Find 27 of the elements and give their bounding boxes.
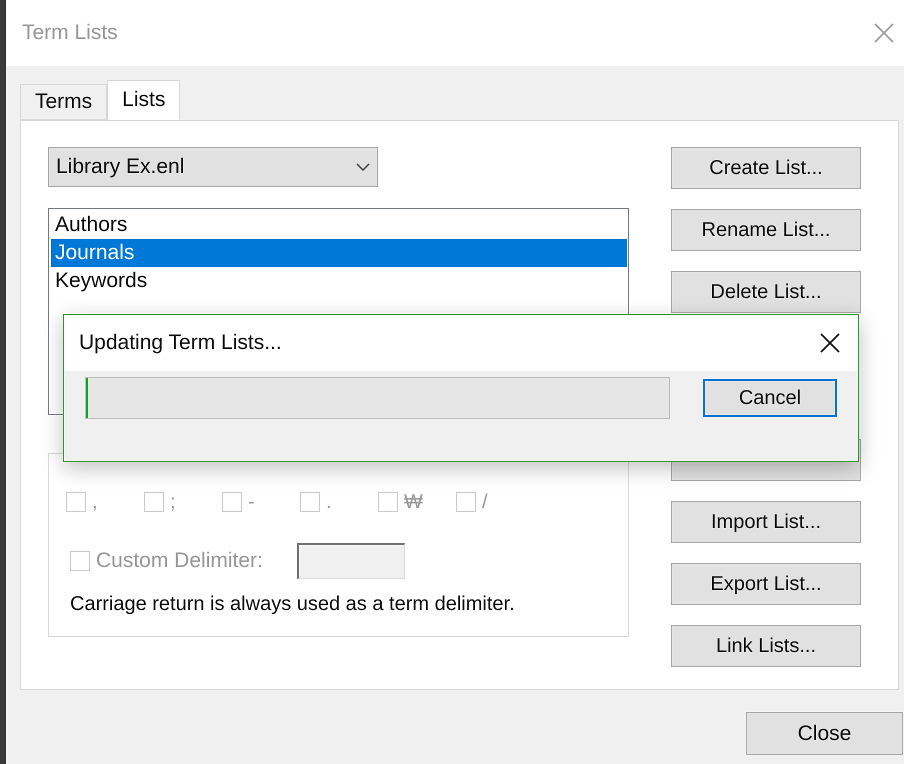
cancel-button[interactable]: Cancel (703, 379, 837, 417)
custom-delimiter-field[interactable] (296, 543, 405, 579)
delimiter-label: - (248, 490, 255, 515)
list-action-button[interactable]: Create List... (671, 147, 861, 189)
list-action-button[interactable]: Import List... (671, 501, 861, 543)
delimiter-label: , (92, 490, 98, 515)
list-action-button[interactable]: Delete List... (671, 271, 861, 313)
tab[interactable]: Lists (107, 80, 180, 120)
progress-title: Updating Term Lists... (79, 330, 282, 356)
list-action-button[interactable]: Rename List... (671, 209, 861, 251)
list-item[interactable]: Keywords (51, 267, 627, 295)
delimiter-note: Carriage return is always used as a term delimiter. (69, 592, 516, 617)
close-icon[interactable] (820, 333, 840, 353)
delimiter-label: / (482, 490, 488, 515)
close-button[interactable]: Close (746, 712, 903, 755)
delimiter-label: ; (170, 490, 176, 515)
library-dropdown[interactable]: Library Ex.enl (48, 147, 378, 187)
list-item[interactable]: Journals (51, 239, 627, 267)
list-action-button[interactable]: Export List... (671, 563, 861, 605)
custom-delimiter-label: Custom Delimiter: (96, 548, 263, 574)
window-title: Term Lists (22, 20, 118, 46)
list-item[interactable]: Authors (51, 211, 627, 239)
delimiter-label: ₩ (404, 490, 423, 515)
tab[interactable]: Terms (20, 84, 108, 120)
list-action-button[interactable]: Link Lists... (671, 625, 861, 667)
chevron-down-icon (356, 163, 370, 171)
delimiter-label: . (326, 490, 332, 515)
